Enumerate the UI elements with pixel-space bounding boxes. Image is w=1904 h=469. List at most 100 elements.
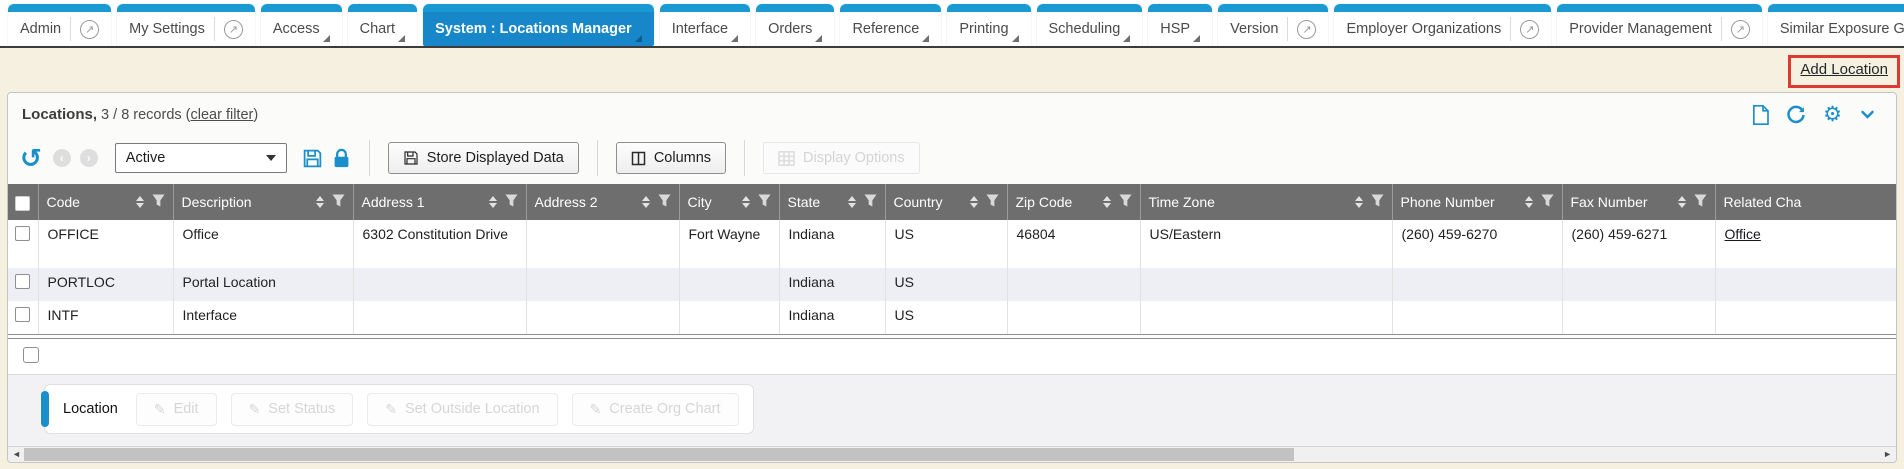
column-header-code[interactable]: Code xyxy=(38,184,173,220)
tab-label: Admin xyxy=(20,21,61,37)
tab-admin[interactable]: Admin ↗ xyxy=(8,4,111,46)
scroll-left-arrow[interactable]: ◄ xyxy=(12,447,21,462)
external-link-icon: ↗ xyxy=(224,20,243,39)
lock-icon[interactable] xyxy=(332,148,351,169)
sort-icon[interactable] xyxy=(136,196,144,208)
save-icon xyxy=(403,150,419,166)
tab-label: Similar Exposure Groups (SEGs) xyxy=(1780,21,1904,37)
tab-scheduling[interactable]: Scheduling xyxy=(1037,4,1143,46)
tab-chart[interactable]: Chart xyxy=(348,4,417,46)
menu-fold-icon xyxy=(815,35,822,42)
column-header-city[interactable]: City xyxy=(679,184,779,220)
tab-system-locations-manager[interactable]: System : Locations Manager xyxy=(423,4,654,46)
filter-icon[interactable] xyxy=(658,194,671,210)
sort-icon[interactable] xyxy=(742,196,750,208)
tab-similar-exposure-groups[interactable]: Similar Exposure Groups (SEGs) ↗ xyxy=(1768,4,1904,46)
clear-filter-link[interactable]: clear filter xyxy=(191,107,254,123)
undo-icon[interactable]: ↺ xyxy=(20,145,42,171)
top-tab-bar: Admin ↗ My Settings ↗ Access Chart Syste… xyxy=(0,0,1904,48)
external-link-icon: ↗ xyxy=(80,20,99,39)
cell-description: Office xyxy=(173,220,353,268)
refresh-icon[interactable] xyxy=(1786,105,1806,125)
horizontal-scrollbar[interactable]: ◄ ► xyxy=(8,446,1896,462)
store-displayed-data-button[interactable]: Store Displayed Data xyxy=(388,142,579,174)
column-header-phone-number[interactable]: Phone Number xyxy=(1392,184,1562,220)
sort-icon[interactable] xyxy=(316,196,324,208)
row-checkbox[interactable] xyxy=(15,274,30,289)
toolbar-divider xyxy=(744,140,745,176)
sort-icon[interactable] xyxy=(1103,196,1111,208)
cell-country: US xyxy=(885,268,1007,301)
tab-version[interactable]: Version ↗ xyxy=(1218,4,1328,46)
cell-phone xyxy=(1392,301,1562,334)
column-header-description[interactable]: Description xyxy=(173,184,353,220)
tab-label: Reference xyxy=(852,21,919,37)
save-filter-icon[interactable] xyxy=(302,148,323,169)
tab-provider-management[interactable]: Provider Management ↗ xyxy=(1557,4,1762,46)
tab-interface[interactable]: Interface xyxy=(660,4,750,46)
status-filter-select[interactable]: Active xyxy=(115,143,287,173)
gear-icon[interactable]: ⚙ xyxy=(1823,104,1842,125)
cell-timezone: US/Eastern xyxy=(1140,220,1392,268)
related-chart-link[interactable]: Office xyxy=(1725,226,1761,242)
menu-fold-icon xyxy=(1193,35,1200,42)
sort-icon[interactable] xyxy=(489,196,497,208)
menu-fold-icon xyxy=(398,35,405,42)
cell-state: Indiana xyxy=(779,301,885,334)
cell-address1: 6302 Constitution Drive xyxy=(353,220,526,268)
column-header-fax-number[interactable]: Fax Number xyxy=(1562,184,1715,220)
filter-icon[interactable] xyxy=(152,194,165,210)
filter-icon[interactable] xyxy=(1694,194,1707,210)
cell-code: INTF xyxy=(38,301,173,334)
column-header-state[interactable]: State xyxy=(779,184,885,220)
cell-code: PORTLOC xyxy=(38,268,173,301)
column-header-address1[interactable]: Address 1 xyxy=(353,184,526,220)
external-link-icon: ↗ xyxy=(1520,20,1539,39)
filter-icon[interactable] xyxy=(1541,194,1554,210)
tab-label: My Settings xyxy=(129,21,205,37)
page-title: Locations, xyxy=(22,106,97,123)
select-all-checkbox[interactable] xyxy=(15,196,30,211)
filter-icon[interactable] xyxy=(864,194,877,210)
new-document-icon[interactable] xyxy=(1752,105,1769,125)
tab-label: Access xyxy=(273,21,320,37)
column-header-time-zone[interactable]: Time Zone xyxy=(1140,184,1392,220)
column-header-country[interactable]: Country xyxy=(885,184,1007,220)
filter-icon[interactable] xyxy=(505,194,518,210)
add-location-row: Add Location xyxy=(0,48,1904,92)
tab-my-settings[interactable]: My Settings ↗ xyxy=(117,4,255,46)
tab-reference[interactable]: Reference xyxy=(840,4,941,46)
tab-printing[interactable]: Printing xyxy=(947,4,1030,46)
column-header-zip-code[interactable]: Zip Code xyxy=(1007,184,1140,220)
pencil-icon: ✎ xyxy=(154,401,166,418)
cell-phone xyxy=(1392,268,1562,301)
footer-select-all-checkbox[interactable] xyxy=(23,347,39,363)
sort-icon[interactable] xyxy=(970,196,978,208)
sort-icon[interactable] xyxy=(1678,196,1686,208)
cell-address1 xyxy=(353,268,526,301)
tab-hsp[interactable]: HSP xyxy=(1148,4,1212,46)
sort-icon[interactable] xyxy=(1525,196,1533,208)
chevron-down-icon[interactable] xyxy=(1859,107,1876,122)
sort-icon[interactable] xyxy=(1355,196,1363,208)
columns-button[interactable]: Columns xyxy=(616,142,726,174)
scroll-right-arrow[interactable]: ► xyxy=(1883,447,1892,462)
column-header-address2[interactable]: Address 2 xyxy=(526,184,679,220)
sort-icon[interactable] xyxy=(642,196,650,208)
tab-orders[interactable]: Orders xyxy=(756,4,834,46)
filter-icon[interactable] xyxy=(758,194,771,210)
add-location-link[interactable]: Add Location xyxy=(1800,61,1888,78)
cell-related-chart xyxy=(1715,268,1896,301)
row-checkbox[interactable] xyxy=(15,307,30,322)
filter-icon[interactable] xyxy=(1371,194,1384,210)
locations-panel: Locations, 3 / 8 records (clear filter) … xyxy=(7,92,1897,463)
sort-icon[interactable] xyxy=(848,196,856,208)
tab-access[interactable]: Access xyxy=(261,4,342,46)
row-checkbox[interactable] xyxy=(15,226,30,241)
column-header-related-chart[interactable]: Related Cha xyxy=(1715,184,1896,220)
filter-icon[interactable] xyxy=(1119,194,1132,210)
filter-icon[interactable] xyxy=(986,194,999,210)
scrollbar-thumb[interactable] xyxy=(24,448,1294,461)
tab-employer-organizations[interactable]: Employer Organizations ↗ xyxy=(1334,4,1551,46)
filter-icon[interactable] xyxy=(332,194,345,210)
